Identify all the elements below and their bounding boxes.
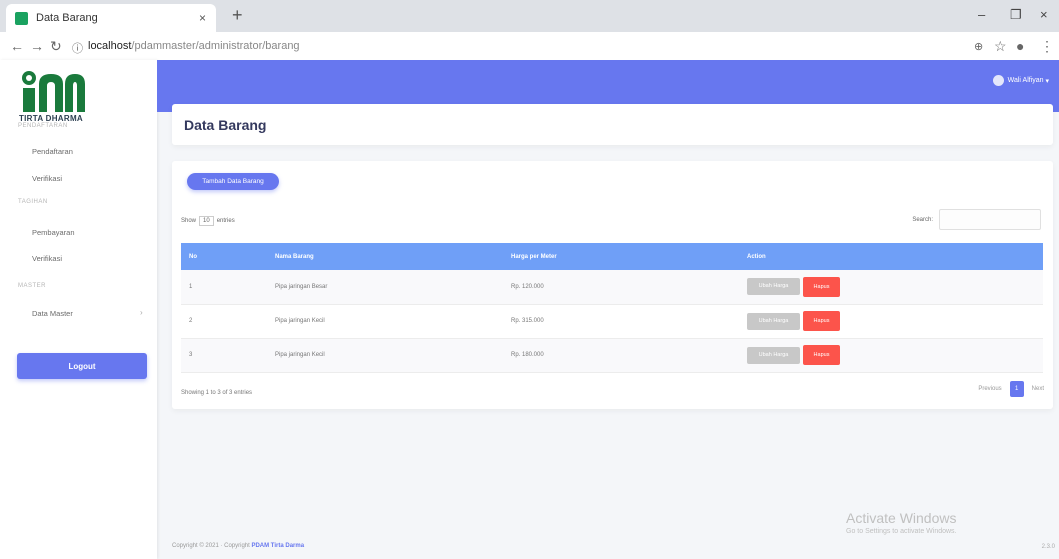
profile-icon[interactable]: ● xyxy=(1016,38,1024,54)
entries-select[interactable]: 10 xyxy=(199,216,214,226)
maximize-icon[interactable]: ❐ xyxy=(1010,7,1022,23)
sidebar-item-verifikasi-tagihan[interactable]: Verifikasi xyxy=(32,254,62,263)
browser-tab[interactable]: Data Barang × xyxy=(6,4,216,32)
chevron-right-icon: › xyxy=(140,308,143,317)
edit-price-button[interactable]: Ubah Harga xyxy=(747,346,800,364)
pager-next[interactable]: Next xyxy=(1032,386,1044,392)
sidebar-heading-master: MASTER xyxy=(18,283,47,289)
entries-length-control: Show 10 entries xyxy=(181,216,235,226)
cell-harga: Rp. 180.000 xyxy=(511,352,544,358)
windows-activation-watermark: Activate Windows Go to Settings to activ… xyxy=(846,510,957,535)
zoom-icon[interactable]: ⊕ xyxy=(974,40,983,53)
pager-page-1[interactable]: 1 xyxy=(1009,381,1024,397)
cell-harga: Rp. 315.000 xyxy=(511,318,544,324)
favicon-icon xyxy=(15,11,28,25)
cell-nama: Pipa jaringan Kecil xyxy=(275,352,325,358)
cell-action: Ubah Harga Hapus xyxy=(739,270,1043,304)
url-host: localhost xyxy=(88,40,132,52)
caret-down-icon: ▾ xyxy=(1043,77,1049,85)
browser-tab-bar: Data Barang × + – ❐ × xyxy=(0,0,1059,32)
sidebar-item-pembayaran[interactable]: Pembayaran xyxy=(32,228,75,237)
pager-previous[interactable]: Previous xyxy=(978,386,1001,392)
page-title: Data Barang xyxy=(184,117,267,133)
logout-button[interactable]: Logout xyxy=(17,353,147,379)
table-row: 3 Pipa jaringan Kecil Rp. 180.000 Ubah H… xyxy=(181,338,1043,372)
minimize-icon[interactable]: – xyxy=(978,7,985,22)
watermark-title: Activate Windows xyxy=(846,510,957,526)
barang-table: No Nama Barang Harga per Meter Action 1 … xyxy=(181,243,1043,373)
user-name: Wali Alfiyan xyxy=(1007,77,1044,84)
data-card: Tambah Data Barang Show 10 entries Searc… xyxy=(172,161,1053,409)
bookmark-star-icon[interactable]: ☆ xyxy=(994,38,1007,55)
logo-text: TIRTA DHARMA xyxy=(18,114,84,123)
user-menu[interactable]: Wali Alfiyan ▾ xyxy=(992,75,1049,86)
url-field[interactable]: localhost/pdammaster/administrator/baran… xyxy=(88,40,300,52)
cell-no: 2 xyxy=(189,318,193,324)
entries-label: entries xyxy=(216,218,235,224)
cell-harga: Rp. 120.000 xyxy=(511,283,544,290)
close-window-icon[interactable]: × xyxy=(1040,7,1048,22)
search-label: Search: xyxy=(912,216,933,223)
table-row: 1 Pipa jaringan Besar Rp. 120.000 Ubah H… xyxy=(181,270,1043,304)
table-header-row: No Nama Barang Harga per Meter Action xyxy=(181,243,1043,270)
avatar xyxy=(992,75,1004,86)
sidebar-heading-pendaftaran: PENDAFTARAN xyxy=(18,123,68,129)
cell-no: 3 xyxy=(189,352,193,358)
delete-button[interactable]: Hapus xyxy=(803,345,840,365)
sidebar-item-data-master[interactable]: Data Master xyxy=(32,309,73,318)
header-no[interactable]: No xyxy=(181,243,267,270)
cell-nama: Pipa jaringan Besar xyxy=(275,283,328,290)
edit-price-button[interactable]: Ubah Harga xyxy=(747,312,800,330)
tab-title: Data Barang xyxy=(36,12,98,24)
cell-action: Ubah Harga Hapus xyxy=(739,304,1043,338)
address-bar: ← → ↻ ⓘ localhost/pdammaster/administrat… xyxy=(0,32,1059,61)
menu-icon[interactable]: ⋮ xyxy=(1040,38,1054,55)
header-action[interactable]: Action xyxy=(739,243,1043,270)
header-harga[interactable]: Harga per Meter xyxy=(503,243,739,270)
version-label: 2.3.0 xyxy=(1041,544,1055,550)
footer-text: Copyright © 2021 · Copyright xyxy=(172,543,250,549)
add-barang-button[interactable]: Tambah Data Barang xyxy=(187,173,279,190)
search-control: Search: xyxy=(912,209,1041,230)
section-header: Data Barang xyxy=(172,104,1053,145)
tirta-dharma-logo xyxy=(22,71,85,112)
cell-nama: Pipa jaringan Kecil xyxy=(275,318,325,324)
tab-close-icon[interactable]: × xyxy=(199,11,206,25)
cell-action: Ubah Harga Hapus xyxy=(739,338,1043,372)
url-path: /pdammaster/administrator/barang xyxy=(131,40,300,52)
footer-brand-link[interactable]: PDAM Tirta Darma xyxy=(251,543,304,549)
sidebar: TIRTA DHARMA PENDAFTARAN Pendaftaran Ver… xyxy=(0,60,157,559)
watermark-subtitle: Go to Settings to activate Windows. xyxy=(846,528,957,535)
search-input[interactable] xyxy=(939,209,1041,230)
show-label: Show xyxy=(181,218,197,224)
pagination: Previous 1 Next xyxy=(978,381,1044,397)
table-row: 2 Pipa jaringan Kecil Rp. 315.000 Ubah H… xyxy=(181,304,1043,338)
forward-icon[interactable]: → xyxy=(30,38,44,54)
cell-no: 1 xyxy=(189,283,193,290)
reload-icon[interactable]: ↻ xyxy=(50,38,62,55)
info-icon[interactable]: ⓘ xyxy=(72,40,83,56)
back-icon[interactable]: ← xyxy=(10,38,24,54)
header-nama-barang[interactable]: Nama Barang xyxy=(267,243,503,270)
sidebar-item-pendaftaran[interactable]: Pendaftaran xyxy=(32,147,73,156)
footer: Copyright © 2021 · Copyright PDAM Tirta … xyxy=(172,543,304,549)
delete-button[interactable]: Hapus xyxy=(803,276,840,297)
delete-button[interactable]: Hapus xyxy=(803,311,840,331)
edit-price-button[interactable]: Ubah Harga xyxy=(747,278,800,296)
table-info: Showing 1 to 3 of 3 entries xyxy=(181,390,253,396)
new-tab-icon[interactable]: + xyxy=(232,5,243,26)
sidebar-item-verifikasi-pendaftaran[interactable]: Verifikasi xyxy=(32,174,62,183)
sidebar-heading-tagihan: TAGIHAN xyxy=(18,199,48,205)
